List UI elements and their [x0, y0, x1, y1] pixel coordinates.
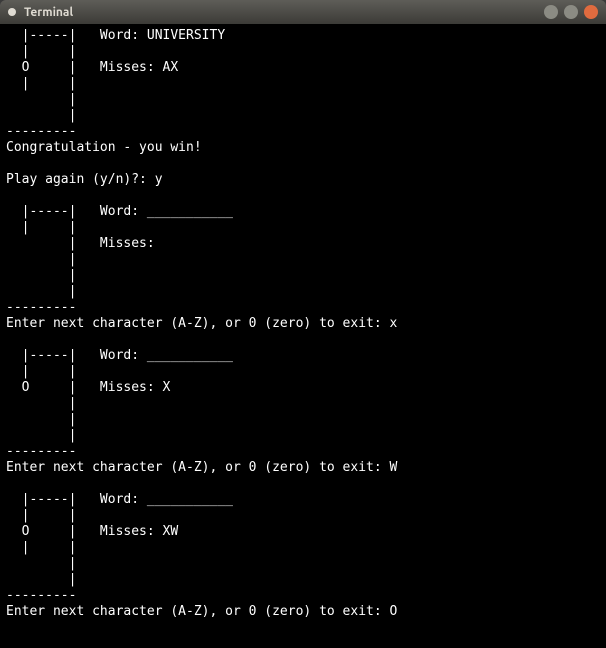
gallows-line: --------- [6, 300, 76, 315]
gallows-line: | [6, 396, 76, 411]
minimize-icon[interactable] [544, 5, 558, 19]
guess-input: W [390, 460, 398, 475]
guess-input: O [390, 604, 398, 619]
window-controls [544, 5, 598, 19]
win-message: Congratulation - you win! [6, 140, 202, 155]
gallows-line: O | Misses: XW [6, 524, 178, 539]
app-indicator-dot [8, 8, 16, 16]
gallows-line: --------- [6, 588, 76, 603]
gallows-line: | [6, 252, 76, 267]
gallows-line: | | [6, 540, 76, 555]
gallows-line: |-----| Word: ___________ [6, 204, 233, 219]
gallows-line: O | Misses: AX [6, 60, 178, 75]
gallows-line: | | [6, 220, 76, 235]
gallows-line: | | [6, 364, 76, 379]
gallows-line: | [6, 428, 76, 443]
gallows-line: | [6, 556, 76, 571]
window-title: Terminal [24, 6, 544, 19]
terminal-window: Terminal |-----| Word: UNIVERSITY | | O … [0, 0, 606, 648]
gallows-line: | | [6, 76, 76, 91]
guess-prompt: Enter next character (A-Z), or 0 (zero) … [6, 460, 390, 475]
close-icon[interactable] [584, 5, 598, 19]
gallows-line: |-----| Word: ___________ [6, 492, 233, 507]
gallows-line: O | Misses: X [6, 380, 170, 395]
guess-prompt: Enter next character (A-Z), or 0 (zero) … [6, 316, 390, 331]
gallows-line: | [6, 108, 76, 123]
gallows-line: | [6, 268, 76, 283]
gallows-line: | [6, 572, 76, 587]
gallows-line: | [6, 284, 76, 299]
gallows-line: | Misses: [6, 236, 155, 251]
play-again-prompt: Play again (y/n)?: [6, 172, 155, 187]
play-again-input: y [155, 172, 163, 187]
gallows-line: | | [6, 44, 76, 59]
gallows-line: | [6, 412, 76, 427]
gallows-line: | | [6, 508, 76, 523]
guess-input: x [390, 316, 398, 331]
gallows-line: --------- [6, 124, 76, 139]
gallows-line: --------- [6, 444, 76, 459]
guess-prompt: Enter next character (A-Z), or 0 (zero) … [6, 604, 390, 619]
gallows-line: |-----| Word: UNIVERSITY [6, 28, 225, 43]
terminal-output[interactable]: |-----| Word: UNIVERSITY | | O | Misses:… [0, 24, 606, 648]
gallows-line: | [6, 92, 76, 107]
gallows-line: |-----| Word: ___________ [6, 348, 233, 363]
maximize-icon[interactable] [564, 5, 578, 19]
titlebar[interactable]: Terminal [0, 0, 606, 24]
